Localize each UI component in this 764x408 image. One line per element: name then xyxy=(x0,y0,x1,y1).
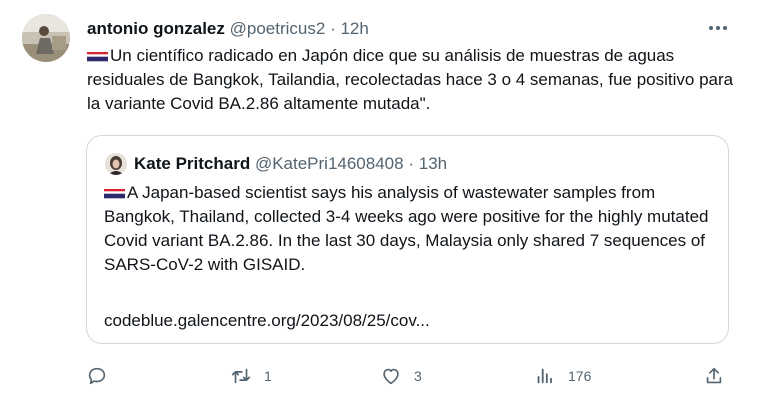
quoted-tweet[interactable]: Kate Pritchard @KatePri14608408 · 13h A … xyxy=(86,135,729,344)
quoted-time[interactable]: 13h xyxy=(419,154,447,173)
share-button[interactable] xyxy=(703,360,725,392)
reply-icon xyxy=(88,367,106,385)
views-button[interactable]: 176 xyxy=(534,360,591,392)
action-bar: 1 3 176 xyxy=(86,360,736,392)
thailand-flag-icon xyxy=(87,49,108,63)
quoted-link[interactable]: codeblue.galencentre.org/2023/08/25/cov.… xyxy=(104,309,430,333)
like-count: 3 xyxy=(414,368,422,384)
thailand-flag-icon xyxy=(104,186,125,200)
author-handle[interactable]: @poetricus2 xyxy=(230,19,326,38)
quoted-avatar-photo xyxy=(105,153,127,175)
author-name[interactable]: antonio gonzalez xyxy=(87,19,225,38)
views-chart-icon xyxy=(537,368,552,384)
quoted-body: A Japan-based scientist says his analysi… xyxy=(104,183,709,274)
views-count: 176 xyxy=(568,368,592,384)
quoted-header: Kate Pritchard @KatePri14608408 · 13h xyxy=(134,152,447,176)
retweet-count: 1 xyxy=(264,368,272,384)
retweet-button[interactable]: 1 xyxy=(230,360,272,392)
tweet-body: Un científico radicado en Japón dice que… xyxy=(87,46,734,113)
retweet-icon xyxy=(231,368,251,384)
quoted-author-name[interactable]: Kate Pritchard xyxy=(134,154,250,173)
quoted-text: A Japan-based scientist says his analysi… xyxy=(104,181,719,277)
like-button[interactable]: 3 xyxy=(380,360,422,392)
avatar-photo xyxy=(22,14,70,62)
reply-button[interactable] xyxy=(86,360,120,392)
tweet-text: Un científico radicado en Japón dice que… xyxy=(87,44,747,116)
separator-dot: · xyxy=(330,19,336,38)
quoted-author-avatar[interactable] xyxy=(105,153,127,175)
quoted-author-handle[interactable]: @KatePri14608408 xyxy=(255,154,404,173)
tweet-time[interactable]: 12h xyxy=(340,19,368,38)
share-icon xyxy=(706,367,722,384)
quoted-separator-dot: · xyxy=(408,154,414,173)
more-options-icon[interactable] xyxy=(706,18,730,38)
tweet-header: antonio gonzalez @poetricus2 · 12h xyxy=(87,17,369,41)
author-avatar[interactable] xyxy=(22,14,70,62)
heart-icon xyxy=(383,368,399,385)
tweet[interactable]: antonio gonzalez @poetricus2 · 12h Un ci… xyxy=(0,0,764,408)
